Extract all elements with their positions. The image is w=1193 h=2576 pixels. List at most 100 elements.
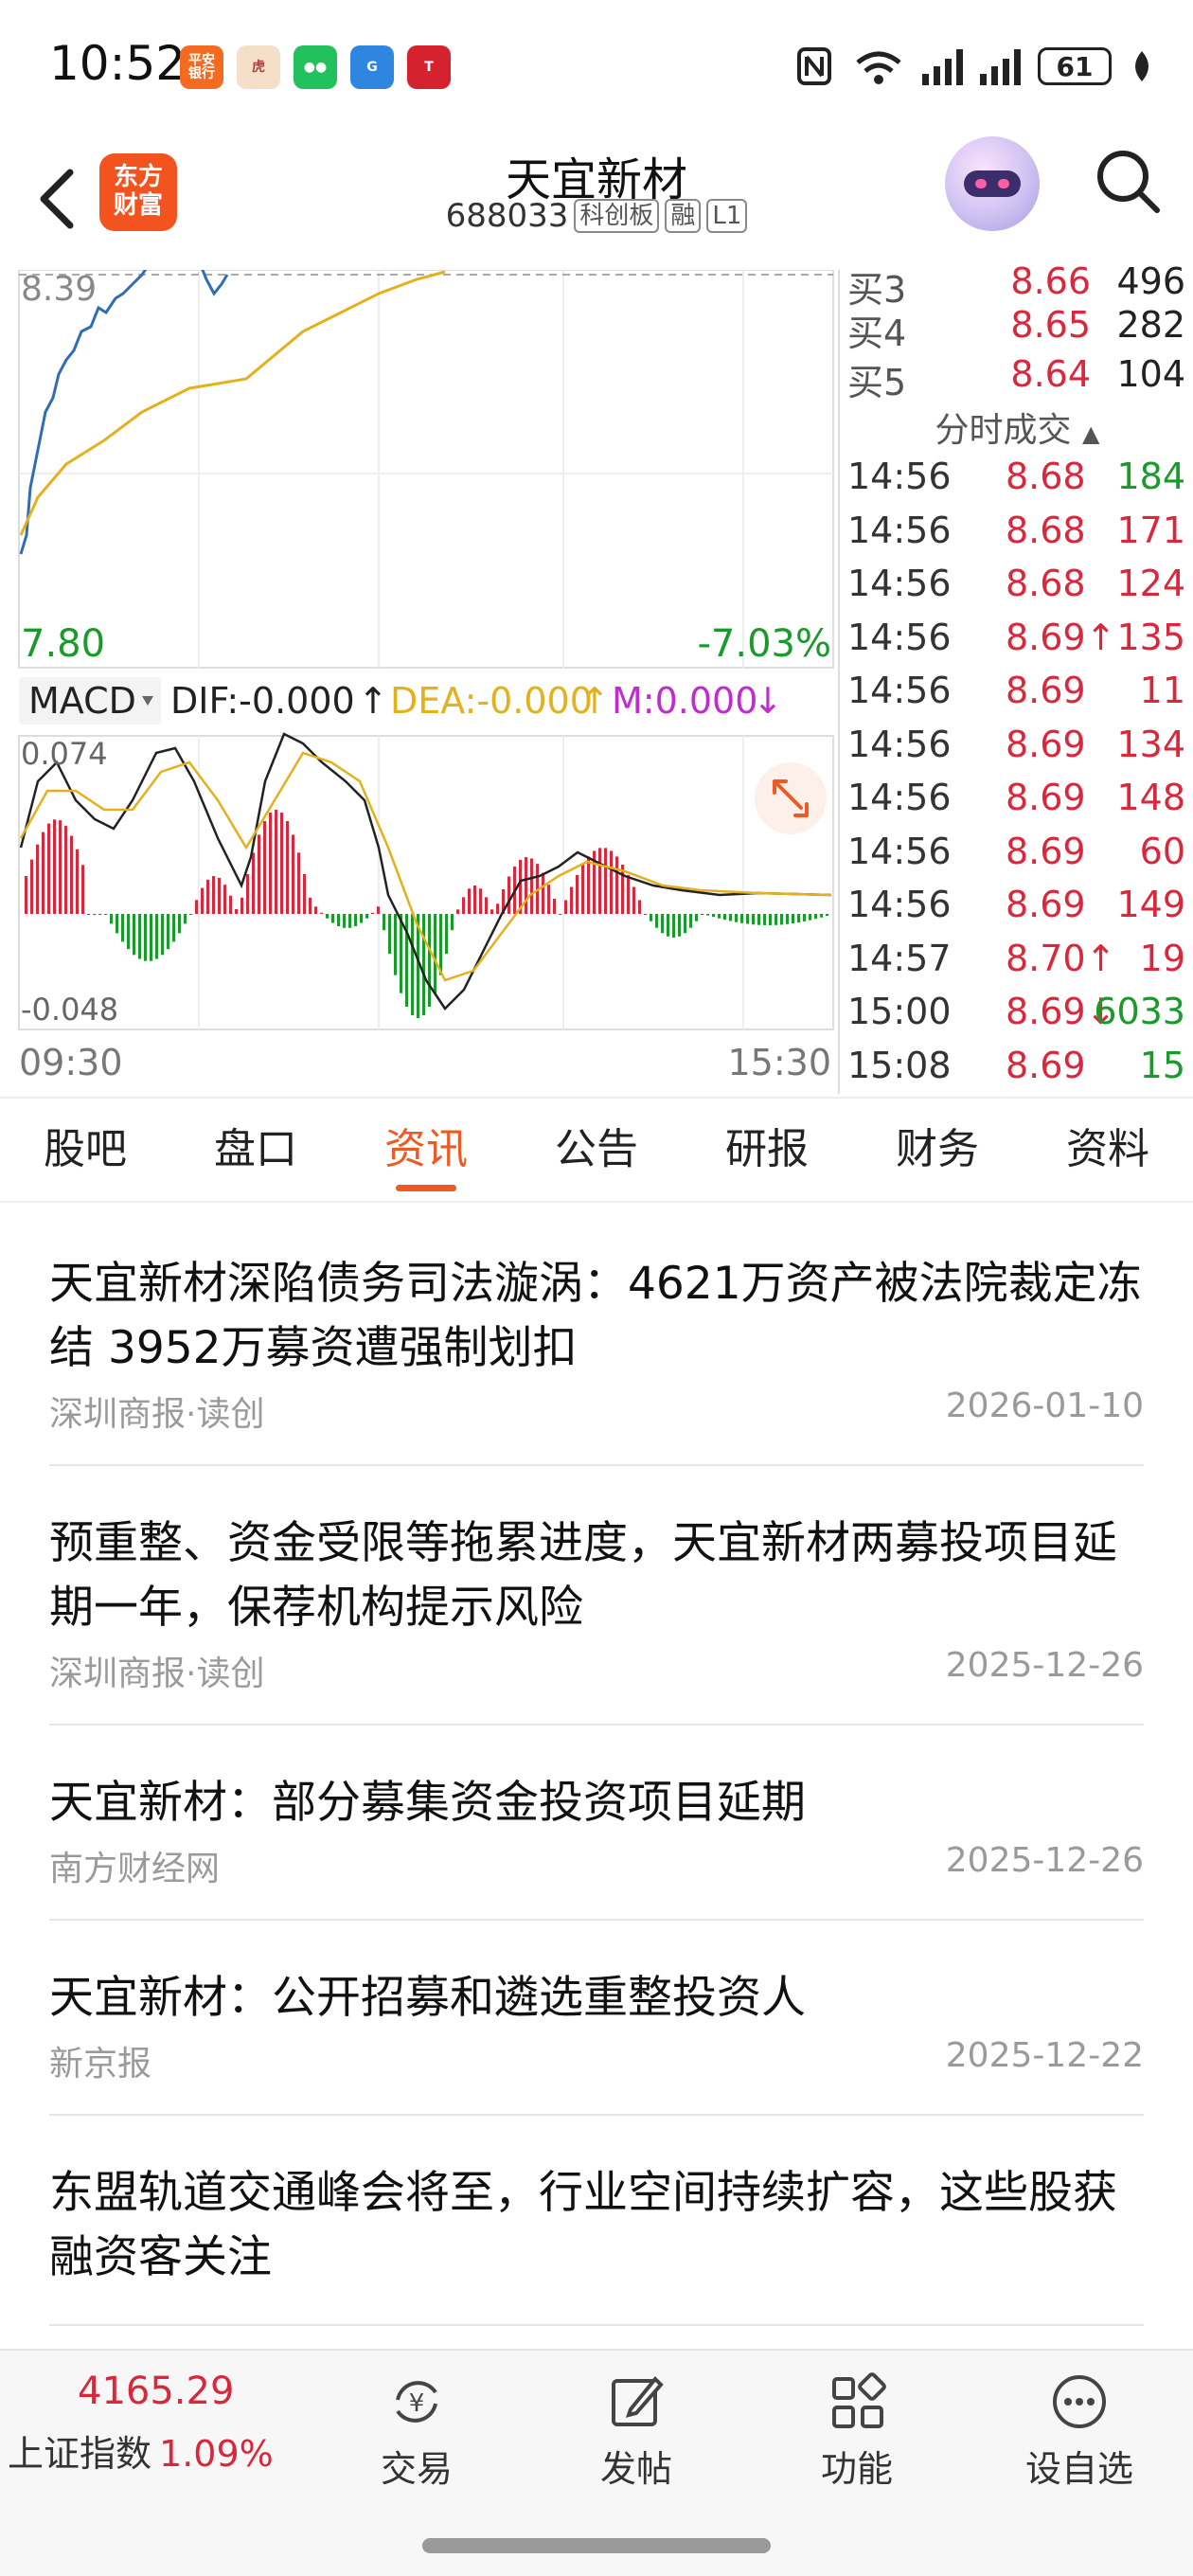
post-button[interactable]: 发帖 (561, 2371, 712, 2492)
tick-time: 14:57 (847, 937, 952, 979)
macd-bar (581, 864, 584, 914)
macd-bar (87, 914, 90, 915)
macd-bar (661, 914, 664, 934)
macd-bar (246, 873, 249, 914)
stock-header: 东方 财富 天宜新材 688033 科创板 融 L1 (0, 133, 1193, 270)
macd-bar (36, 844, 39, 914)
macd-high-label: 0.074 (21, 736, 108, 772)
tick-time: 14:56 (847, 884, 952, 925)
indicator-selector[interactable]: MACD (28, 680, 136, 722)
macd-bar (706, 914, 709, 916)
macd-bar (422, 914, 425, 1015)
tick-row: 14:56 8.69 11 (840, 670, 1193, 723)
macd-bar (394, 914, 397, 975)
news-item[interactable]: 预重整、资金受限等拖累进度，天宜新材两募投项目延期一年，保荐机构提示风险 深圳商报… (49, 1466, 1144, 1726)
tick-volume: 11 (1139, 670, 1185, 711)
bid-label: 买4 (847, 313, 907, 354)
intraday-chart-area: 8.39 7.80 -7.03% MACD DIF:-0.000 ↑ DEA:-… (0, 259, 838, 1094)
tab-6[interactable]: 资料 (1023, 1099, 1193, 1201)
tick-time: 14:56 (847, 830, 952, 872)
tab-1[interactable]: 盘口 (170, 1099, 341, 1201)
ticks-header[interactable]: 分时成交 ▲ (840, 402, 1193, 452)
tab-0[interactable]: 股吧 (0, 1099, 170, 1201)
news-source: 南方财经网 (49, 1850, 221, 1888)
tick-price: 8.69↑ (1006, 616, 1116, 658)
macd-bar (263, 820, 266, 914)
macd-bar (377, 906, 380, 914)
news-title: 东盟轨道交通峰会将至，行业空间持续扩容，这些股获融资客关注 (49, 2167, 1117, 2283)
tick-row: 14:56 8.69↑ 135 (840, 617, 1193, 670)
nfc-icon (797, 47, 831, 85)
macd-bar (252, 852, 255, 914)
macd-bar (729, 914, 732, 921)
macd-bar (678, 914, 681, 937)
macd-bar (803, 914, 806, 921)
macd-bar (769, 914, 772, 925)
tick-time: 14:56 (847, 723, 952, 765)
macd-bar (456, 909, 459, 914)
macd-bar (644, 914, 647, 915)
news-date: 2025-12-22 (945, 2036, 1144, 2075)
macd-bar (25, 876, 27, 914)
dif-label: DIF:-0.000 (170, 680, 355, 722)
tick-volume: 15 (1139, 1044, 1185, 1086)
macd-bar (240, 897, 243, 914)
search-icon[interactable] (1091, 144, 1166, 220)
home-indicator[interactable] (422, 2538, 771, 2553)
macd-bar (292, 834, 294, 914)
bid-volume: 104 (1116, 353, 1185, 395)
macd-bar (309, 897, 312, 914)
wechat-app-icon: ●● (294, 45, 337, 89)
tick-time: 14:56 (847, 509, 952, 551)
news-item[interactable]: 东盟轨道交通峰会将至，行业空间持续扩容，这些股获融资客关注 (49, 2116, 1144, 2326)
news-date: 2025-12-26 (945, 1841, 1144, 1880)
tab-3[interactable]: 公告 (511, 1099, 682, 1201)
macd-bar (530, 858, 533, 914)
macd-bar (542, 872, 544, 914)
macd-bar (286, 820, 289, 914)
macd-bar (689, 914, 692, 928)
index-label[interactable]: 上证指数 1.09% (8, 2424, 274, 2477)
news-item[interactable]: 天宜新材：部分募集资金投资项目延期 南方财经网 2025-12-26 (49, 1726, 1144, 1921)
grid-icon (832, 2372, 886, 2428)
macd-bar (326, 914, 329, 919)
macd-bar (81, 865, 84, 914)
assistant-robot-icon[interactable] (945, 136, 1040, 231)
tick-row: 14:57 8.70↑ 19 (840, 938, 1193, 991)
tab-4[interactable]: 研报 (682, 1099, 852, 1201)
trade-button[interactable]: ¥ 交易 (341, 2371, 492, 2492)
news-item[interactable]: 天宜新材深陷债务司法漩涡：4621万资产被法院裁定冻结 3952万募资遭强制划扣… (49, 1203, 1144, 1466)
macd-bar (757, 914, 760, 925)
yen-exchange-icon: ¥ (396, 2381, 437, 2423)
macd-bar (672, 914, 675, 938)
tick-row: 15:08 8.69 15 (840, 1045, 1193, 1098)
macd-bar (104, 914, 107, 915)
macd-bar (303, 873, 306, 914)
macd-bar (314, 906, 317, 914)
macd-bar (161, 914, 164, 956)
level-tag: L1 (706, 199, 748, 233)
price-top-label: 8.39 (21, 270, 97, 309)
chart-svg: 8.39 7.80 -7.03% MACD DIF:-0.000 ↑ DEA:-… (18, 259, 834, 1083)
news-item[interactable]: 天宜新材：公开招募和遴选重整投资人 新京报 2025-12-22 (49, 1921, 1144, 2116)
macd-bar (30, 859, 33, 914)
tick-price: 8.68 (1006, 456, 1086, 497)
macd-bar (47, 823, 50, 914)
signal-icon-2 (980, 47, 1021, 85)
functions-label: 功能 (820, 2448, 893, 2490)
news-date: 2026-01-10 (945, 1386, 1144, 1425)
wifi-icon (856, 51, 901, 84)
index-pct: 1.09% (159, 2433, 274, 2475)
macd-bar (348, 914, 351, 928)
macd-bar (610, 850, 613, 914)
tab-2[interactable]: 资讯 (341, 1099, 511, 1201)
index-value[interactable]: 4165.29 (78, 2370, 234, 2413)
add-watchlist-button[interactable]: 设自选 (1004, 2371, 1155, 2492)
tab-5[interactable]: 财务 (852, 1099, 1023, 1201)
functions-button[interactable]: 功能 (781, 2371, 933, 2492)
macd-bar (150, 914, 152, 961)
tick-price: 8.69 (1006, 884, 1086, 925)
bid-price: 8.64 (1010, 353, 1091, 395)
bid-price: 8.66 (1010, 260, 1091, 302)
macd-bar (604, 848, 607, 914)
